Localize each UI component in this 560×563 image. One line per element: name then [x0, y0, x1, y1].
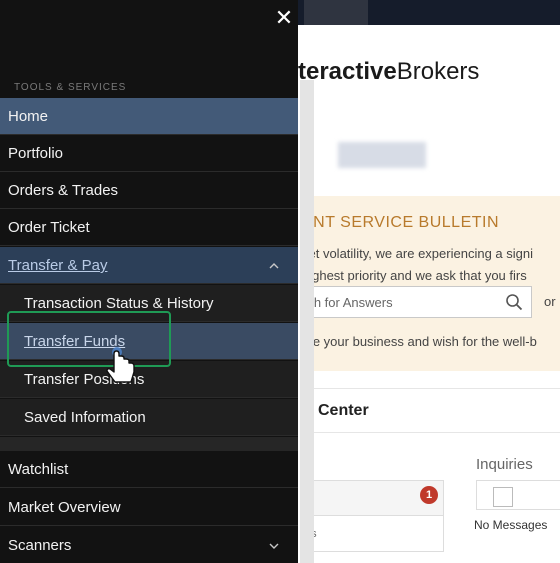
menu-item-label: Orders & Trades [8, 182, 119, 199]
menu-item-label: Portfolio [8, 145, 64, 162]
bulletin-text-line: ket volatility, we are experiencing a si… [302, 246, 533, 261]
menu-item-label: Home [8, 108, 49, 125]
divider [300, 388, 560, 389]
tools-services-drawer: ✕ TOOLS & SERVICES Home Portfolio Orders… [0, 0, 298, 563]
menu-item-label: Market Overview [8, 499, 121, 516]
bulletin-title: ANT SERVICE BULLETIN [302, 214, 500, 231]
menu-item-label: Scanners [8, 537, 72, 554]
service-bulletin: ANT SERVICE BULLETIN ket volatility, we … [300, 196, 560, 371]
submenu-item-label: Saved Information [24, 409, 146, 426]
divider [300, 432, 560, 433]
chevron-up-icon[interactable] [268, 247, 280, 284]
menu-item-label: Watchlist [8, 461, 69, 478]
section-gap [0, 437, 298, 451]
menu-item-portfolio[interactable]: Portfolio [0, 135, 298, 172]
page-scrollbar[interactable] [300, 80, 314, 563]
message-center-title: Center [318, 402, 369, 419]
bulletin-text-line: highest priority and we ask that you fir… [302, 268, 527, 283]
menu-item-order-ticket[interactable]: Order Ticket [0, 209, 298, 246]
highlight-box [7, 311, 171, 367]
submenu-item-saved-information[interactable]: Saved Information [0, 399, 298, 436]
search-icon[interactable] [505, 293, 523, 311]
inquiries-header-row [476, 480, 560, 510]
menu-item-orders-trades[interactable]: Orders & Trades [0, 172, 298, 209]
hand-cursor-icon [106, 347, 135, 383]
blurred-region [304, 0, 368, 25]
bulletin-text-line: ate your business and wish for the well-… [302, 334, 537, 349]
or-text: or [544, 294, 556, 309]
menu-item-market-overview[interactable]: Market Overview [0, 489, 298, 526]
search-placeholder: rch for Answers [303, 295, 393, 310]
logo-regular-text: Brokers [396, 58, 480, 85]
close-icon[interactable]: ✕ [272, 6, 296, 30]
menu-item-label: Order Ticket [8, 219, 90, 236]
menu-item-home[interactable]: Home [0, 98, 298, 135]
notification-badge: 1 [420, 486, 438, 504]
menu-item-transfer-pay[interactable]: Transfer & Pay [0, 247, 298, 284]
menu-item-scanners[interactable]: Scanners [0, 527, 298, 563]
select-all-checkbox[interactable] [493, 487, 513, 507]
no-messages-text: No Messages [474, 518, 548, 532]
inquiries-tab[interactable]: Inquiries [476, 456, 533, 473]
section-label: TOOLS & SERVICES [14, 82, 127, 93]
messages-row[interactable]: es [300, 516, 444, 552]
brand-logo[interactable]: teractiveBrokers [298, 58, 479, 86]
answers-search-input[interactable]: rch for Answers [300, 286, 532, 318]
menu-item-label: Transfer & Pay [8, 257, 108, 274]
chevron-down-icon[interactable] [268, 527, 280, 563]
blurred-username [338, 142, 426, 168]
menu-item-watchlist[interactable]: Watchlist [0, 451, 298, 488]
